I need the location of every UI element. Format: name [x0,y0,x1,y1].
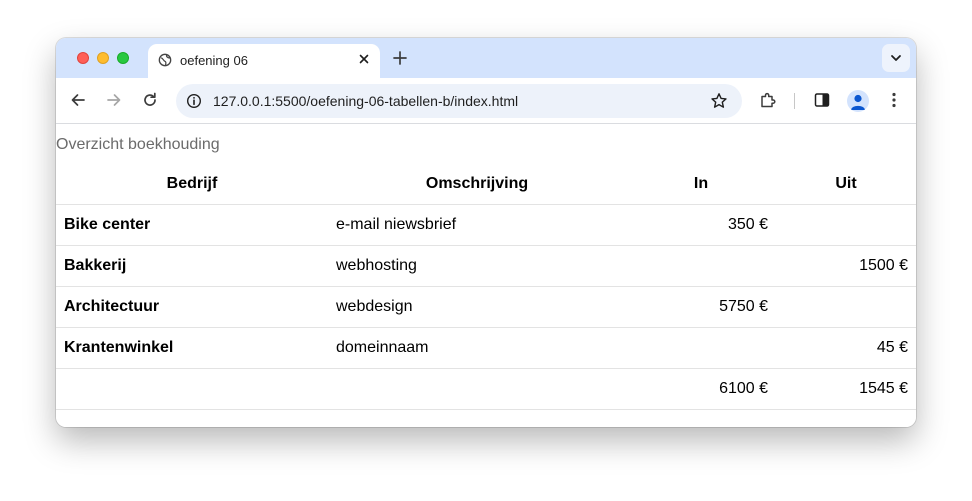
tab-strip: oefening 06 [56,38,916,78]
table-caption: Overzicht boekhouding [56,136,220,153]
table-row: Bakkerij webhosting 1500 € [56,245,916,287]
cell-omschrijving: e-mail niewsbrief [328,204,626,246]
browser-toolbar: 127.0.0.1:5500/oefening-06-tabellen-b/in… [56,78,916,124]
url-text: 127.0.0.1:5500/oefening-06-tabellen-b/in… [213,93,519,109]
person-icon [851,94,865,110]
browser-window: oefening 06 127.0.0.1:5500/oefening-06-t… [56,38,916,427]
window-minimize-button[interactable] [97,52,109,64]
cell-omschrijving: webdesign [328,286,626,328]
reload-icon[interactable] [141,91,159,109]
total-uit: 1545 € [776,368,916,410]
header-omschrijving: Omschrijving [328,164,626,205]
cell-in: 5750 € [626,286,776,328]
cell-in [626,245,776,287]
header-bedrijf: Bedrijf [56,164,328,205]
cell-empty [56,368,328,410]
plus-icon[interactable] [390,48,410,68]
cell-bedrijf: Bike center [56,204,328,246]
tab-active[interactable]: oefening 06 [148,44,380,78]
address-bar[interactable]: 127.0.0.1:5500/oefening-06-tabellen-b/in… [176,84,742,118]
kebab-menu-icon[interactable] [885,91,903,109]
chevron-down-icon [891,55,901,61]
accounting-table: Bedrijf Omschrijving In Uit Bike center … [56,164,916,410]
table-header-row: Bedrijf Omschrijving In Uit [56,164,916,205]
table-row: Architectuur webdesign 5750 € [56,286,916,328]
cell-uit: 45 € [776,327,916,369]
total-in: 6100 € [626,368,776,410]
cell-in [626,327,776,369]
toolbar-separator [794,93,795,109]
tab-title: oefening 06 [180,53,248,68]
cell-bedrijf: Bakkerij [56,245,328,287]
star-icon[interactable] [710,92,728,110]
header-in: In [626,164,776,205]
side-panel-icon[interactable] [813,91,831,109]
info-icon[interactable] [186,93,202,109]
cell-empty [328,368,626,410]
back-arrow-icon[interactable] [69,91,87,109]
globe-icon [158,53,172,67]
cell-uit [776,204,916,246]
window-maximize-button[interactable] [117,52,129,64]
totals-row: 6100 € 1545 € [56,368,916,410]
table-row: Bike center e-mail niewsbrief 350 € [56,204,916,246]
header-uit: Uit [776,164,916,205]
puzzle-icon[interactable] [759,91,777,109]
cell-bedrijf: Architectuur [56,286,328,328]
cell-in: 350 € [626,204,776,246]
cell-omschrijving: domeinnaam [328,327,626,369]
tab-search-button[interactable] [882,44,910,72]
cell-uit: 1500 € [776,245,916,287]
profile-avatar[interactable] [847,90,869,112]
table-row: Krantenwinkel domeinnaam 45 € [56,327,916,369]
forward-arrow-icon[interactable] [105,91,123,109]
cell-omschrijving: webhosting [328,245,626,287]
cell-bedrijf: Krantenwinkel [56,327,328,369]
page-content: Overzicht boekhouding Bedrijf Omschrijvi… [56,125,916,427]
cell-uit [776,286,916,328]
window-close-button[interactable] [77,52,89,64]
close-icon[interactable] [356,51,372,67]
